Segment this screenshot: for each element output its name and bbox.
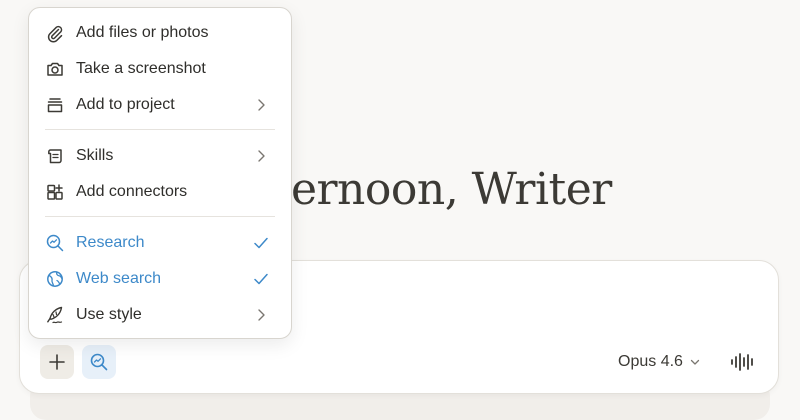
menu-divider	[45, 129, 275, 130]
quill-icon	[45, 305, 65, 325]
menu-item-label: Research	[76, 234, 145, 251]
research-icon	[45, 233, 65, 253]
menu-item-add-connectors[interactable]: Add connectors	[37, 176, 283, 208]
chevron-right-icon	[253, 307, 269, 323]
checkmark-icon	[253, 271, 269, 287]
voice-mode-button[interactable]	[728, 347, 758, 377]
menu-item-label: Use style	[76, 306, 142, 323]
add-attachment-button[interactable]	[40, 345, 74, 379]
menu-item-label: Web search	[76, 270, 162, 287]
model-selector[interactable]: Opus 4.6	[618, 349, 701, 375]
project-box-icon	[45, 95, 65, 115]
chevron-right-icon	[253, 148, 269, 164]
attachment-menu: Add files or photos Take a screenshot Ad…	[28, 7, 292, 339]
research-toggle-button[interactable]	[82, 345, 116, 379]
menu-item-add-files[interactable]: Add files or photos	[37, 17, 283, 49]
scroll-icon	[45, 146, 65, 166]
menu-item-label: Skills	[76, 147, 114, 164]
menu-item-label: Add to project	[76, 96, 175, 113]
model-label: Opus 4.6	[618, 353, 683, 370]
checkmark-icon	[253, 235, 269, 251]
chevron-down-icon	[690, 359, 700, 365]
menu-item-label: Add files or photos	[76, 24, 209, 41]
voice-waveform-icon	[731, 353, 753, 371]
menu-item-add-to-project[interactable]: Add to project	[37, 89, 283, 121]
menu-item-skills[interactable]: Skills	[37, 140, 283, 172]
research-icon	[90, 353, 108, 371]
connectors-icon	[45, 182, 65, 202]
camera-icon	[45, 59, 65, 79]
greeting-title: fternoon, Writer	[258, 164, 612, 215]
menu-item-label: Take a screenshot	[76, 60, 206, 77]
chevron-right-icon	[253, 97, 269, 113]
menu-item-web-search[interactable]: Web search	[37, 263, 283, 295]
plus-icon	[49, 354, 65, 370]
menu-divider	[45, 216, 275, 217]
menu-item-label: Add connectors	[76, 183, 188, 200]
globe-icon	[45, 269, 65, 289]
menu-item-screenshot[interactable]: Take a screenshot	[37, 53, 283, 85]
menu-item-research[interactable]: Research	[37, 227, 283, 259]
paperclip-icon	[45, 23, 65, 43]
menu-item-use-style[interactable]: Use style	[37, 299, 283, 331]
